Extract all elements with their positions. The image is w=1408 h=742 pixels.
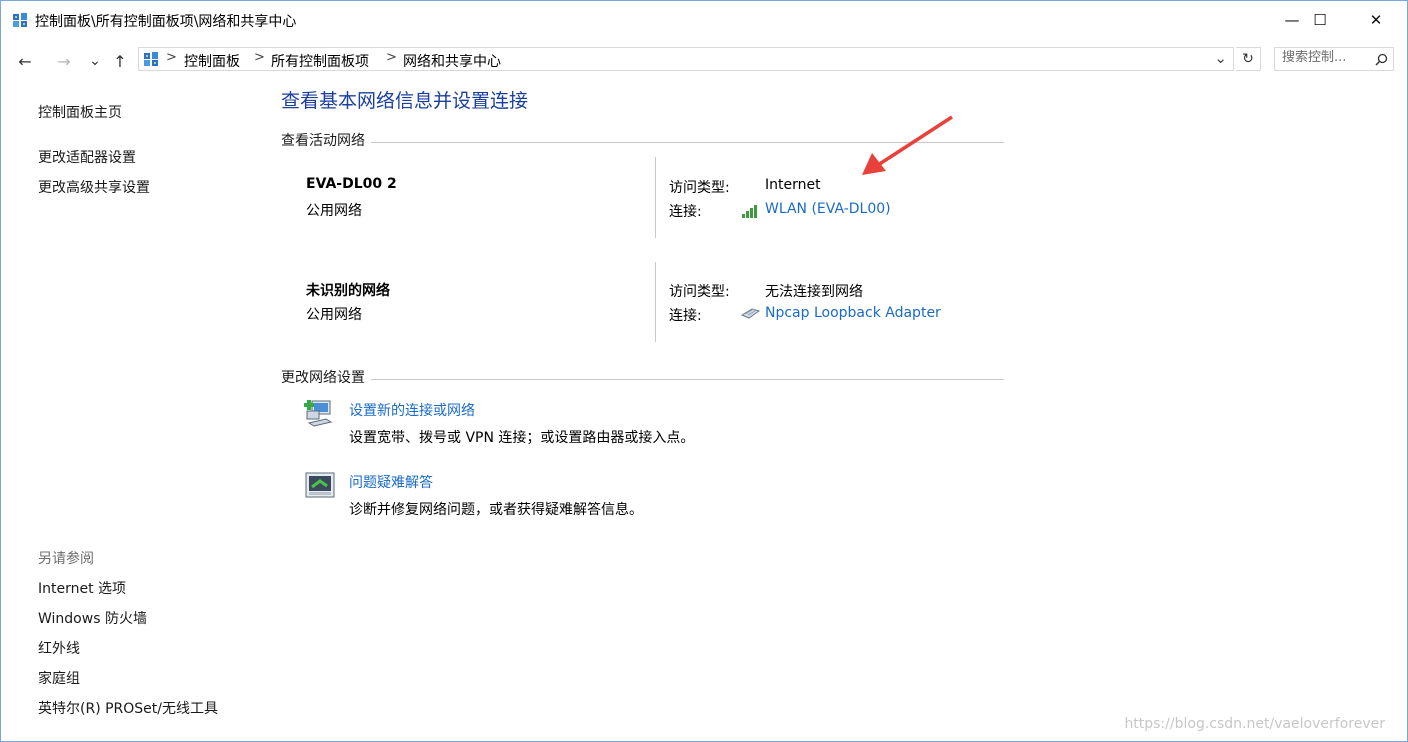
watermark: https://blog.csdn.net/vaeloverforever (1124, 716, 1385, 732)
annotation-arrow (862, 115, 953, 175)
chevron-down-icon: ⌄ (89, 53, 101, 69)
network-name: EVA-DL00 2 (306, 176, 397, 192)
change-settings-heading: 更改网络设置 (281, 367, 371, 387)
network-name: 未识别的网络 (306, 283, 390, 299)
see-also-intel-proset[interactable]: 英特尔(R) PROSet/无线工具 (38, 698, 218, 718)
back-button[interactable]: ← (14, 50, 36, 72)
breadcrumb-separator: > (254, 50, 265, 65)
access-type-value: Internet (765, 177, 821, 193)
up-button[interactable]: ↑ (109, 50, 131, 72)
address-dropdown-icon[interactable]: ⌄ (1214, 49, 1227, 67)
see-also-internet-options[interactable]: Internet 选项 (38, 578, 126, 598)
breadcrumb-control-panel[interactable]: 控制面板 (184, 51, 240, 71)
troubleshoot-icon (305, 472, 335, 498)
access-type-label: 访问类型: (669, 180, 730, 196)
forward-arrow-icon: → (57, 51, 71, 71)
network-category-link[interactable]: 公用网络 (306, 304, 362, 324)
access-type-label: 访问类型: (669, 284, 730, 300)
breadcrumb-network-center[interactable]: 网络和共享中心 (403, 51, 501, 71)
up-arrow-icon: ↑ (113, 51, 127, 71)
forward-button[interactable]: → (53, 50, 75, 72)
sidebar-home-link[interactable]: 控制面板主页 (38, 102, 122, 122)
control-panel-icon (144, 52, 158, 66)
back-arrow-icon: ← (18, 51, 32, 71)
breadcrumb-separator: > (166, 50, 177, 65)
active-networks-heading: 查看活动网络 (281, 130, 371, 150)
see-also-homegroup[interactable]: 家庭组 (38, 668, 80, 688)
section-divider (281, 379, 1004, 380)
new-connection-icon (304, 400, 333, 427)
setup-new-connection-link[interactable]: 设置新的连接或网络 (349, 400, 475, 420)
troubleshoot-link[interactable]: 问题疑难解答 (349, 472, 433, 492)
title-bar: 控制面板\所有控制面板项\网络和共享中心 — ☐ ✕ (1, 1, 1407, 39)
refresh-icon: ↻ (1242, 51, 1254, 67)
see-also-infrared[interactable]: 红外线 (38, 638, 80, 658)
close-icon: ✕ (1369, 11, 1383, 29)
sidebar-advanced-sharing-link[interactable]: 更改高级共享设置 (38, 177, 150, 197)
breadcrumb-all-items[interactable]: 所有控制面板项 (271, 51, 369, 71)
close-button[interactable]: ✕ (1353, 1, 1399, 39)
network-category-link[interactable]: 公用网络 (306, 200, 362, 220)
window-title: 控制面板\所有控制面板项\网络和共享中心 (35, 14, 297, 30)
search-input[interactable] (1282, 50, 1370, 65)
maximize-button[interactable]: ☐ (1297, 1, 1343, 39)
ethernet-adapter-icon (740, 308, 761, 319)
npcap-connection-link[interactable]: Npcap Loopback Adapter (765, 305, 941, 321)
refresh-button[interactable]: ↻ (1236, 47, 1261, 71)
access-type-value: 无法连接到网络 (765, 284, 863, 300)
search-icon[interactable] (1375, 53, 1388, 66)
maximize-icon: ☐ (1313, 11, 1327, 29)
connection-label: 连接: (669, 308, 702, 324)
recent-locations-button[interactable]: ⌄ (84, 50, 106, 72)
setup-new-connection-desc: 设置宽带、拨号或 VPN 连接；或设置路由器或接入点。 (349, 430, 695, 446)
address-bar[interactable]: > 控制面板 > 所有控制面板项 > 网络和共享中心 ⌄ (138, 47, 1234, 71)
network-divider (655, 157, 656, 238)
wifi-signal-icon (742, 205, 757, 218)
troubleshoot-desc: 诊断并修复网络问题，或者获得疑难解答信息。 (349, 502, 643, 518)
network-divider (655, 262, 656, 342)
breadcrumb-separator: > (386, 50, 397, 65)
search-box[interactable] (1274, 47, 1394, 71)
sidebar-adapter-settings-link[interactable]: 更改适配器设置 (38, 147, 136, 167)
page-title: 查看基本网络信息并设置连接 (281, 90, 529, 112)
see-also-heading: 另请参阅 (38, 551, 94, 567)
control-panel-icon (13, 13, 27, 27)
connection-label: 连接: (669, 204, 702, 220)
see-also-windows-firewall[interactable]: Windows 防火墙 (38, 608, 147, 628)
wlan-connection-link[interactable]: WLAN (EVA-DL00) (765, 201, 891, 217)
